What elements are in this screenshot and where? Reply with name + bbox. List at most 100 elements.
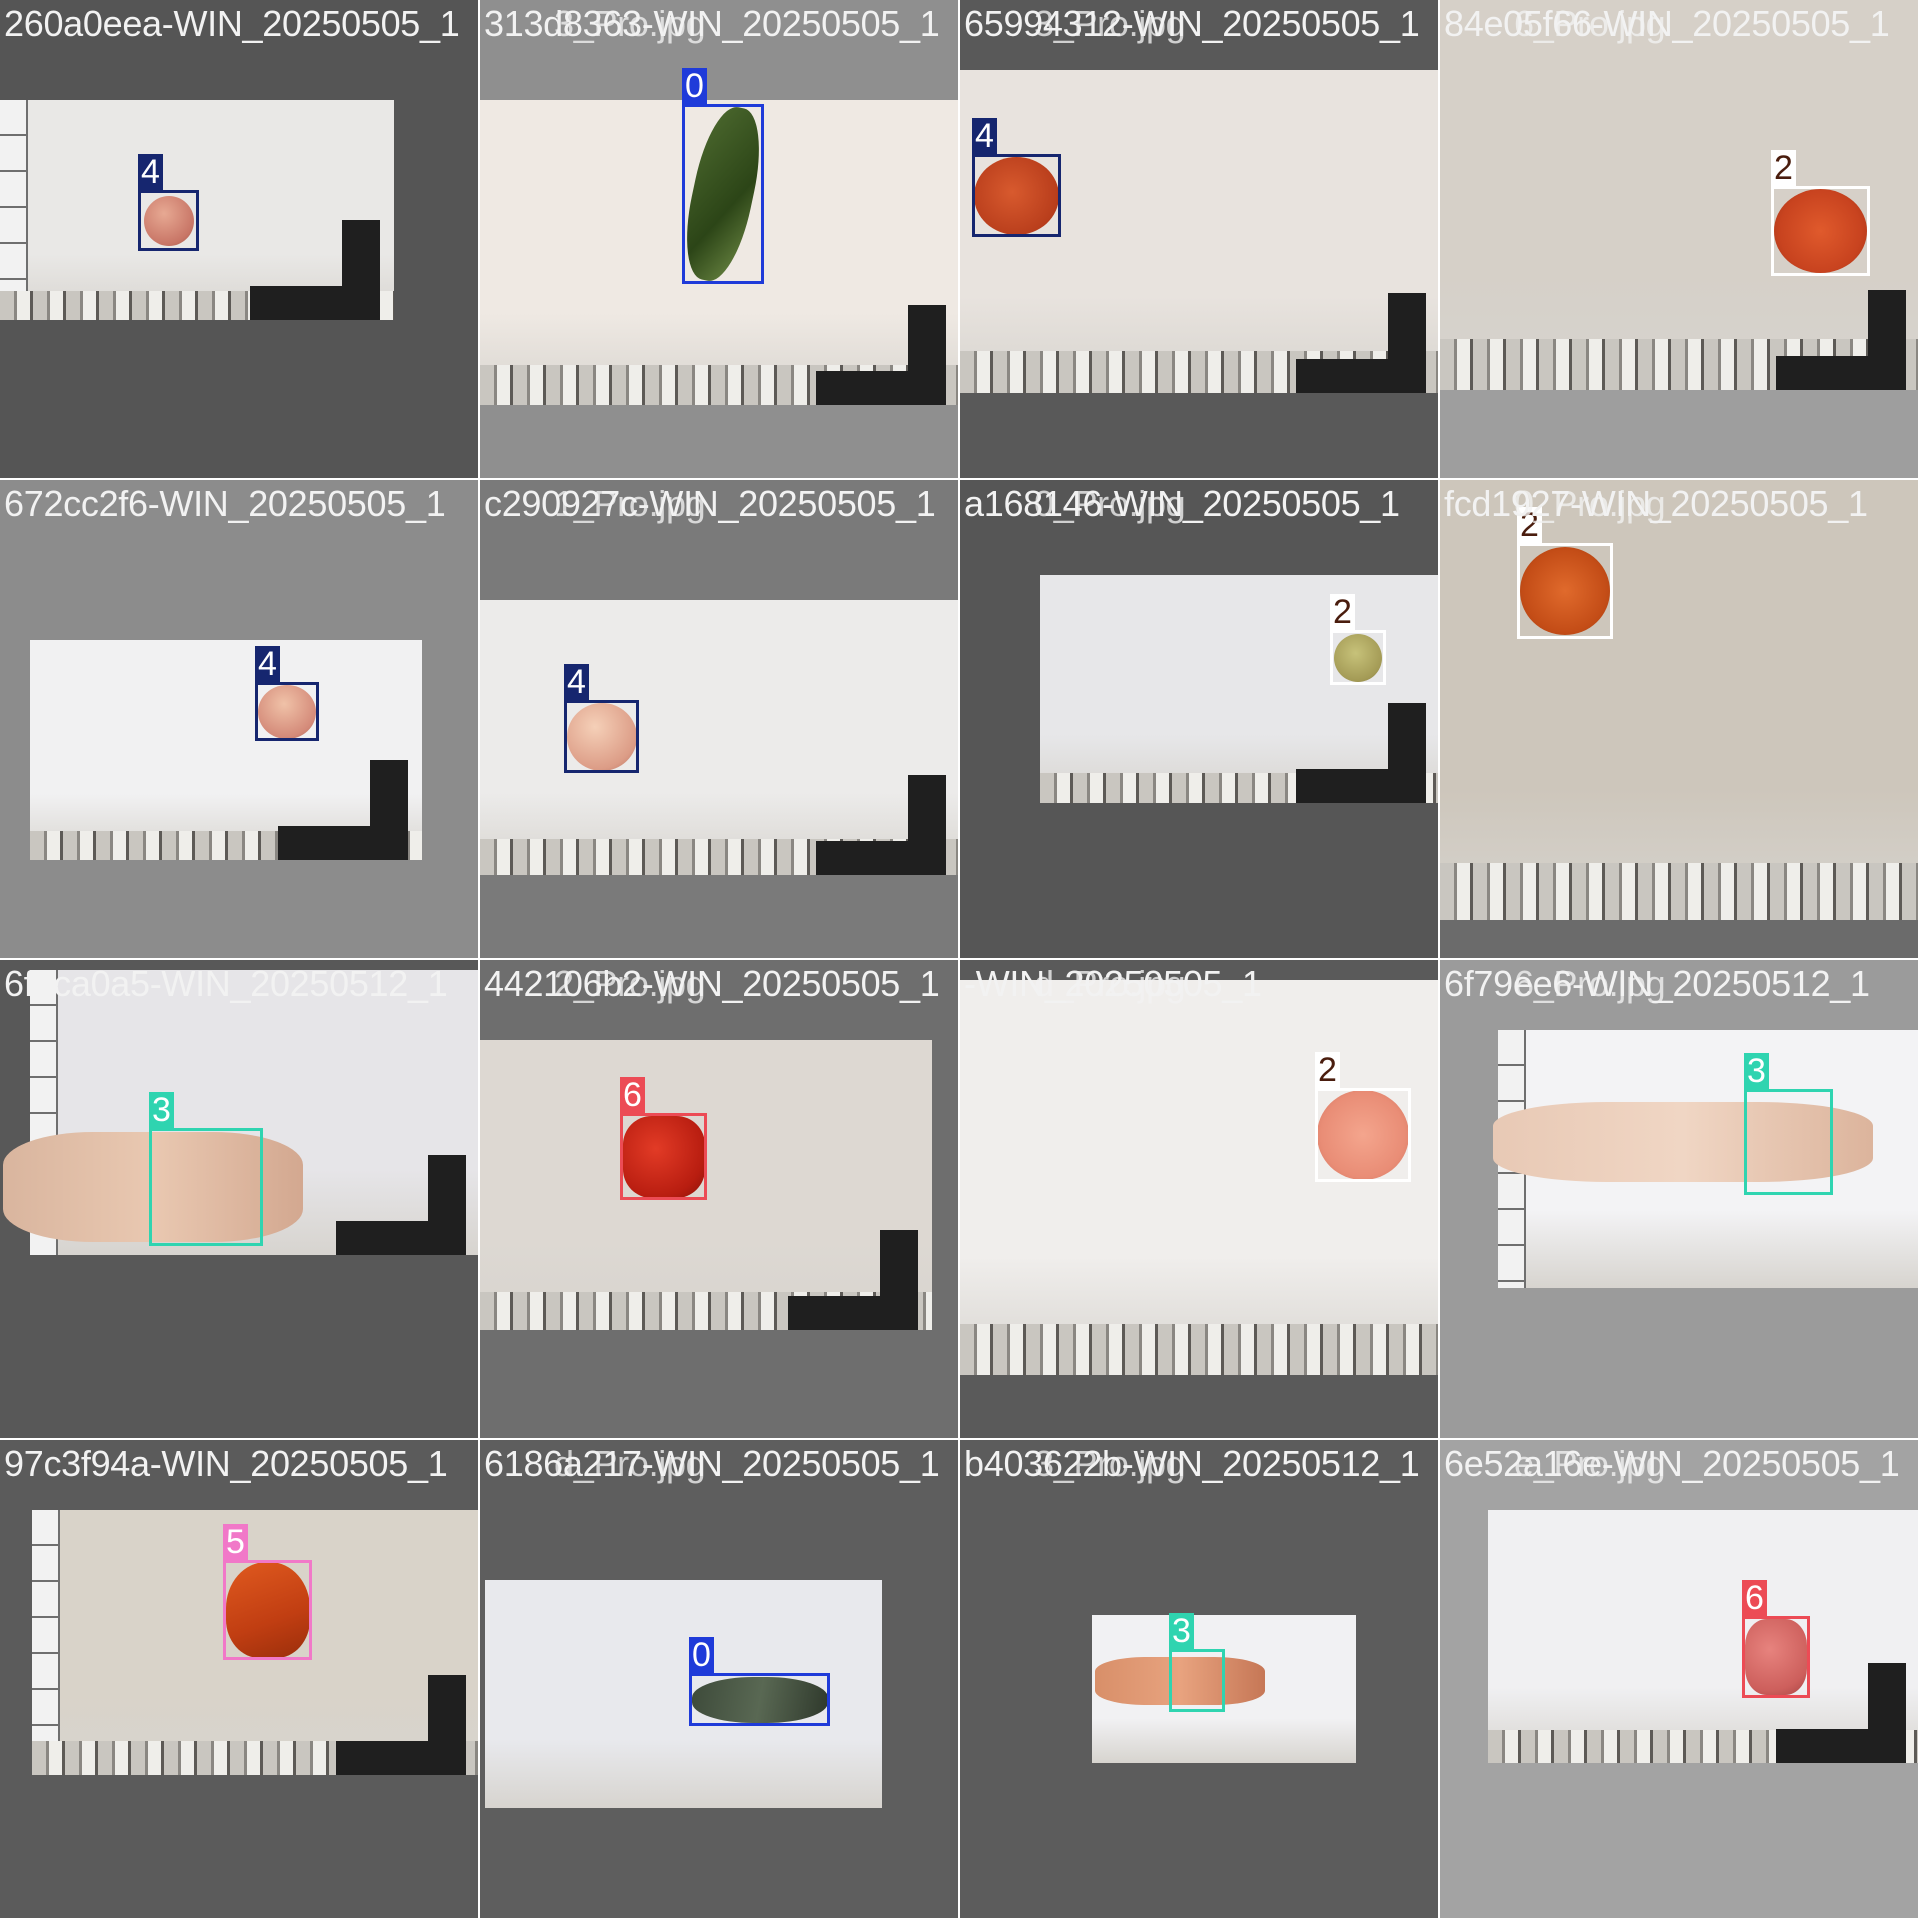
tile-filename: c290927c-WIN_20250505_1 bbox=[484, 483, 936, 524]
detection-class-label: 5 bbox=[223, 1524, 248, 1560]
tile-photo bbox=[1488, 1510, 1918, 1763]
overflow-filename-suffix: 6_Pro.jpg bbox=[1514, 4, 1666, 44]
overflow-filename-suffix: 6_Pro.jpg bbox=[1514, 964, 1666, 1004]
tile-filename: 97c3f94a-WIN_20250505_1 bbox=[4, 1443, 448, 1484]
detection-box bbox=[1330, 630, 1386, 685]
tile-filename: 672cc2f6-WIN_20250505_1 bbox=[4, 483, 446, 524]
black-bracket bbox=[336, 1675, 466, 1775]
detection-class-label: 4 bbox=[564, 664, 589, 700]
overflow-filename-suffix: 3_Pro.jpg bbox=[1034, 1444, 1186, 1484]
overflow-filename-suffix: 0_Pro.jpg bbox=[1034, 484, 1186, 524]
mosaic-tile: 3 b403622b-WIN_20250512_1 bbox=[960, 1440, 1438, 1918]
black-bracket bbox=[788, 1230, 918, 1330]
mosaic-tile: 3 6f79ee6-WIN_20250512_1 bbox=[1440, 960, 1918, 1438]
detection-class-label: 3 bbox=[1169, 1613, 1194, 1649]
mosaic-tile: 4 c290927c-WIN_20250505_1 bbox=[480, 480, 958, 958]
overflow-filename-suffix: e_Pro.jpg bbox=[1514, 1444, 1666, 1484]
black-bracket bbox=[1776, 290, 1906, 390]
table-surface bbox=[480, 600, 958, 875]
grid-divider-vertical bbox=[1438, 0, 1440, 1920]
detection-box bbox=[620, 1113, 707, 1200]
black-bracket bbox=[250, 220, 380, 320]
detection-box bbox=[564, 700, 639, 773]
detection-box bbox=[1169, 1649, 1225, 1712]
tile-filename: 84e05f66-WIN_20250505_1 bbox=[1444, 3, 1890, 44]
black-bracket bbox=[816, 305, 946, 405]
mosaic-tile: 6 442106b2-WIN_20250505_1 bbox=[480, 960, 958, 1438]
black-bracket bbox=[1296, 703, 1426, 803]
tile-filename: 6e52a16e-WIN_20250505_1 bbox=[1444, 1443, 1900, 1484]
detection-box bbox=[1771, 186, 1870, 276]
overflow-filename-suffix: 1_Pro.jpg bbox=[554, 484, 706, 524]
detection-box bbox=[1517, 543, 1613, 639]
detection-mosaic: 4 260a0eea-WIN_20250505_1 0 313d8363-WIN_20… bbox=[0, 0, 1920, 1920]
detection-class-label: 2 bbox=[1315, 1052, 1340, 1088]
black-bracket bbox=[336, 1155, 466, 1255]
detection-box bbox=[682, 104, 764, 284]
detection-box bbox=[223, 1560, 312, 1660]
grid-divider-vertical bbox=[478, 0, 480, 1920]
grid-divider-horizontal bbox=[0, 1438, 1920, 1440]
side-shelf-grid bbox=[0, 100, 28, 320]
tile-photo bbox=[1440, 480, 1918, 920]
mosaic-tile: 2 a168146-WIN_20250505_1 bbox=[960, 480, 1438, 958]
grid-divider-vertical bbox=[958, 0, 960, 1920]
black-bracket bbox=[1296, 293, 1426, 393]
detection-box bbox=[689, 1673, 830, 1726]
tile-filename: 313d8363-WIN_20250505_1 bbox=[484, 3, 940, 44]
mosaic-tile: 4 672cc2f6-WIN_20250505_1 bbox=[0, 480, 478, 958]
grid-divider-horizontal bbox=[0, 478, 1920, 480]
mosaic-tile: 6 6e52a16e-WIN_20250505_1 bbox=[1440, 1440, 1918, 1918]
mosaic-tile: 4 260a0eea-WIN_20250505_1 bbox=[0, 0, 478, 478]
mosaic-tile: 2 84e05f66-WIN_20250505_1 bbox=[1440, 0, 1918, 478]
detection-class-label: 2 bbox=[1330, 594, 1355, 630]
overflow-filename-suffix: 3_Pro.jpg bbox=[554, 4, 706, 44]
overflow-filename-suffix: d_Pro.jpg bbox=[554, 1444, 706, 1484]
mosaic-tile: 2 -WIN_20250505_1 bbox=[960, 960, 1438, 1438]
detection-class-label: 0 bbox=[682, 68, 707, 104]
tile-filename: 6186a217-WIN_20250505_1 bbox=[484, 1443, 940, 1484]
detection-class-label: 2 bbox=[1771, 150, 1796, 186]
tile-photo bbox=[1040, 575, 1438, 803]
tile-filename: b403622b-WIN_20250512_1 bbox=[964, 1443, 1420, 1484]
tile-photo bbox=[480, 600, 958, 875]
table-surface bbox=[1488, 1510, 1918, 1763]
overflow-filename-suffix: d_Pro.jpg bbox=[1034, 964, 1186, 1004]
detection-class-label: 0 bbox=[689, 1637, 714, 1673]
detection-box bbox=[1742, 1616, 1810, 1698]
detection-class-label: 3 bbox=[1744, 1053, 1769, 1089]
detection-class-label: 4 bbox=[138, 154, 163, 190]
black-bracket bbox=[816, 775, 946, 875]
overflow-filename-suffix: 3_Pro.jpg bbox=[1034, 4, 1186, 44]
detection-box bbox=[972, 154, 1061, 237]
detection-class-label: 3 bbox=[149, 1092, 174, 1128]
grid-divider-horizontal bbox=[0, 958, 1920, 960]
mosaic-tile: 5 97c3f94a-WIN_20250505_1 bbox=[0, 1440, 478, 1918]
tile-filename: 6f1ca0a5-WIN_20250512_1 bbox=[4, 963, 448, 1004]
detection-box bbox=[1315, 1088, 1411, 1182]
detection-box bbox=[138, 190, 199, 251]
detection-box bbox=[255, 682, 319, 741]
detection-class-label: 6 bbox=[1742, 1580, 1767, 1616]
mosaic-tile: 0 6186a217-WIN_20250505_1 bbox=[480, 1440, 958, 1918]
detection-class-label: 6 bbox=[620, 1077, 645, 1113]
detection-box bbox=[149, 1128, 263, 1246]
mosaic-tile: 0 313d8363-WIN_20250505_1 bbox=[480, 0, 958, 478]
black-bracket bbox=[278, 760, 408, 860]
bin-edge-strip bbox=[960, 1323, 1438, 1375]
mosaic-tile: 2 fcd1927-WIN_20250505_1 bbox=[1440, 480, 1918, 958]
overflow-filename-suffix: 2_Pro.jpg bbox=[554, 964, 706, 1004]
table-surface bbox=[1440, 480, 1918, 920]
detection-box bbox=[1744, 1089, 1833, 1195]
mosaic-tile: 4 65994312-WIN_20250505_1 bbox=[960, 0, 1438, 478]
black-bracket bbox=[1776, 1663, 1906, 1763]
detection-class-label: 4 bbox=[255, 646, 280, 682]
side-shelf-grid bbox=[32, 1510, 60, 1775]
mosaic-tile: 3 6f1ca0a5-WIN_20250512_1 bbox=[0, 960, 478, 1438]
tile-filename: 65994312-WIN_20250505_1 bbox=[964, 3, 1420, 44]
bin-edge-strip bbox=[1440, 862, 1918, 920]
tile-filename: 260a0eea-WIN_20250505_1 bbox=[4, 3, 460, 44]
overflow-filename-suffix: 0_Pro.jpg bbox=[1514, 484, 1666, 524]
tile-photo bbox=[30, 640, 422, 860]
detection-class-label: 4 bbox=[972, 118, 997, 154]
